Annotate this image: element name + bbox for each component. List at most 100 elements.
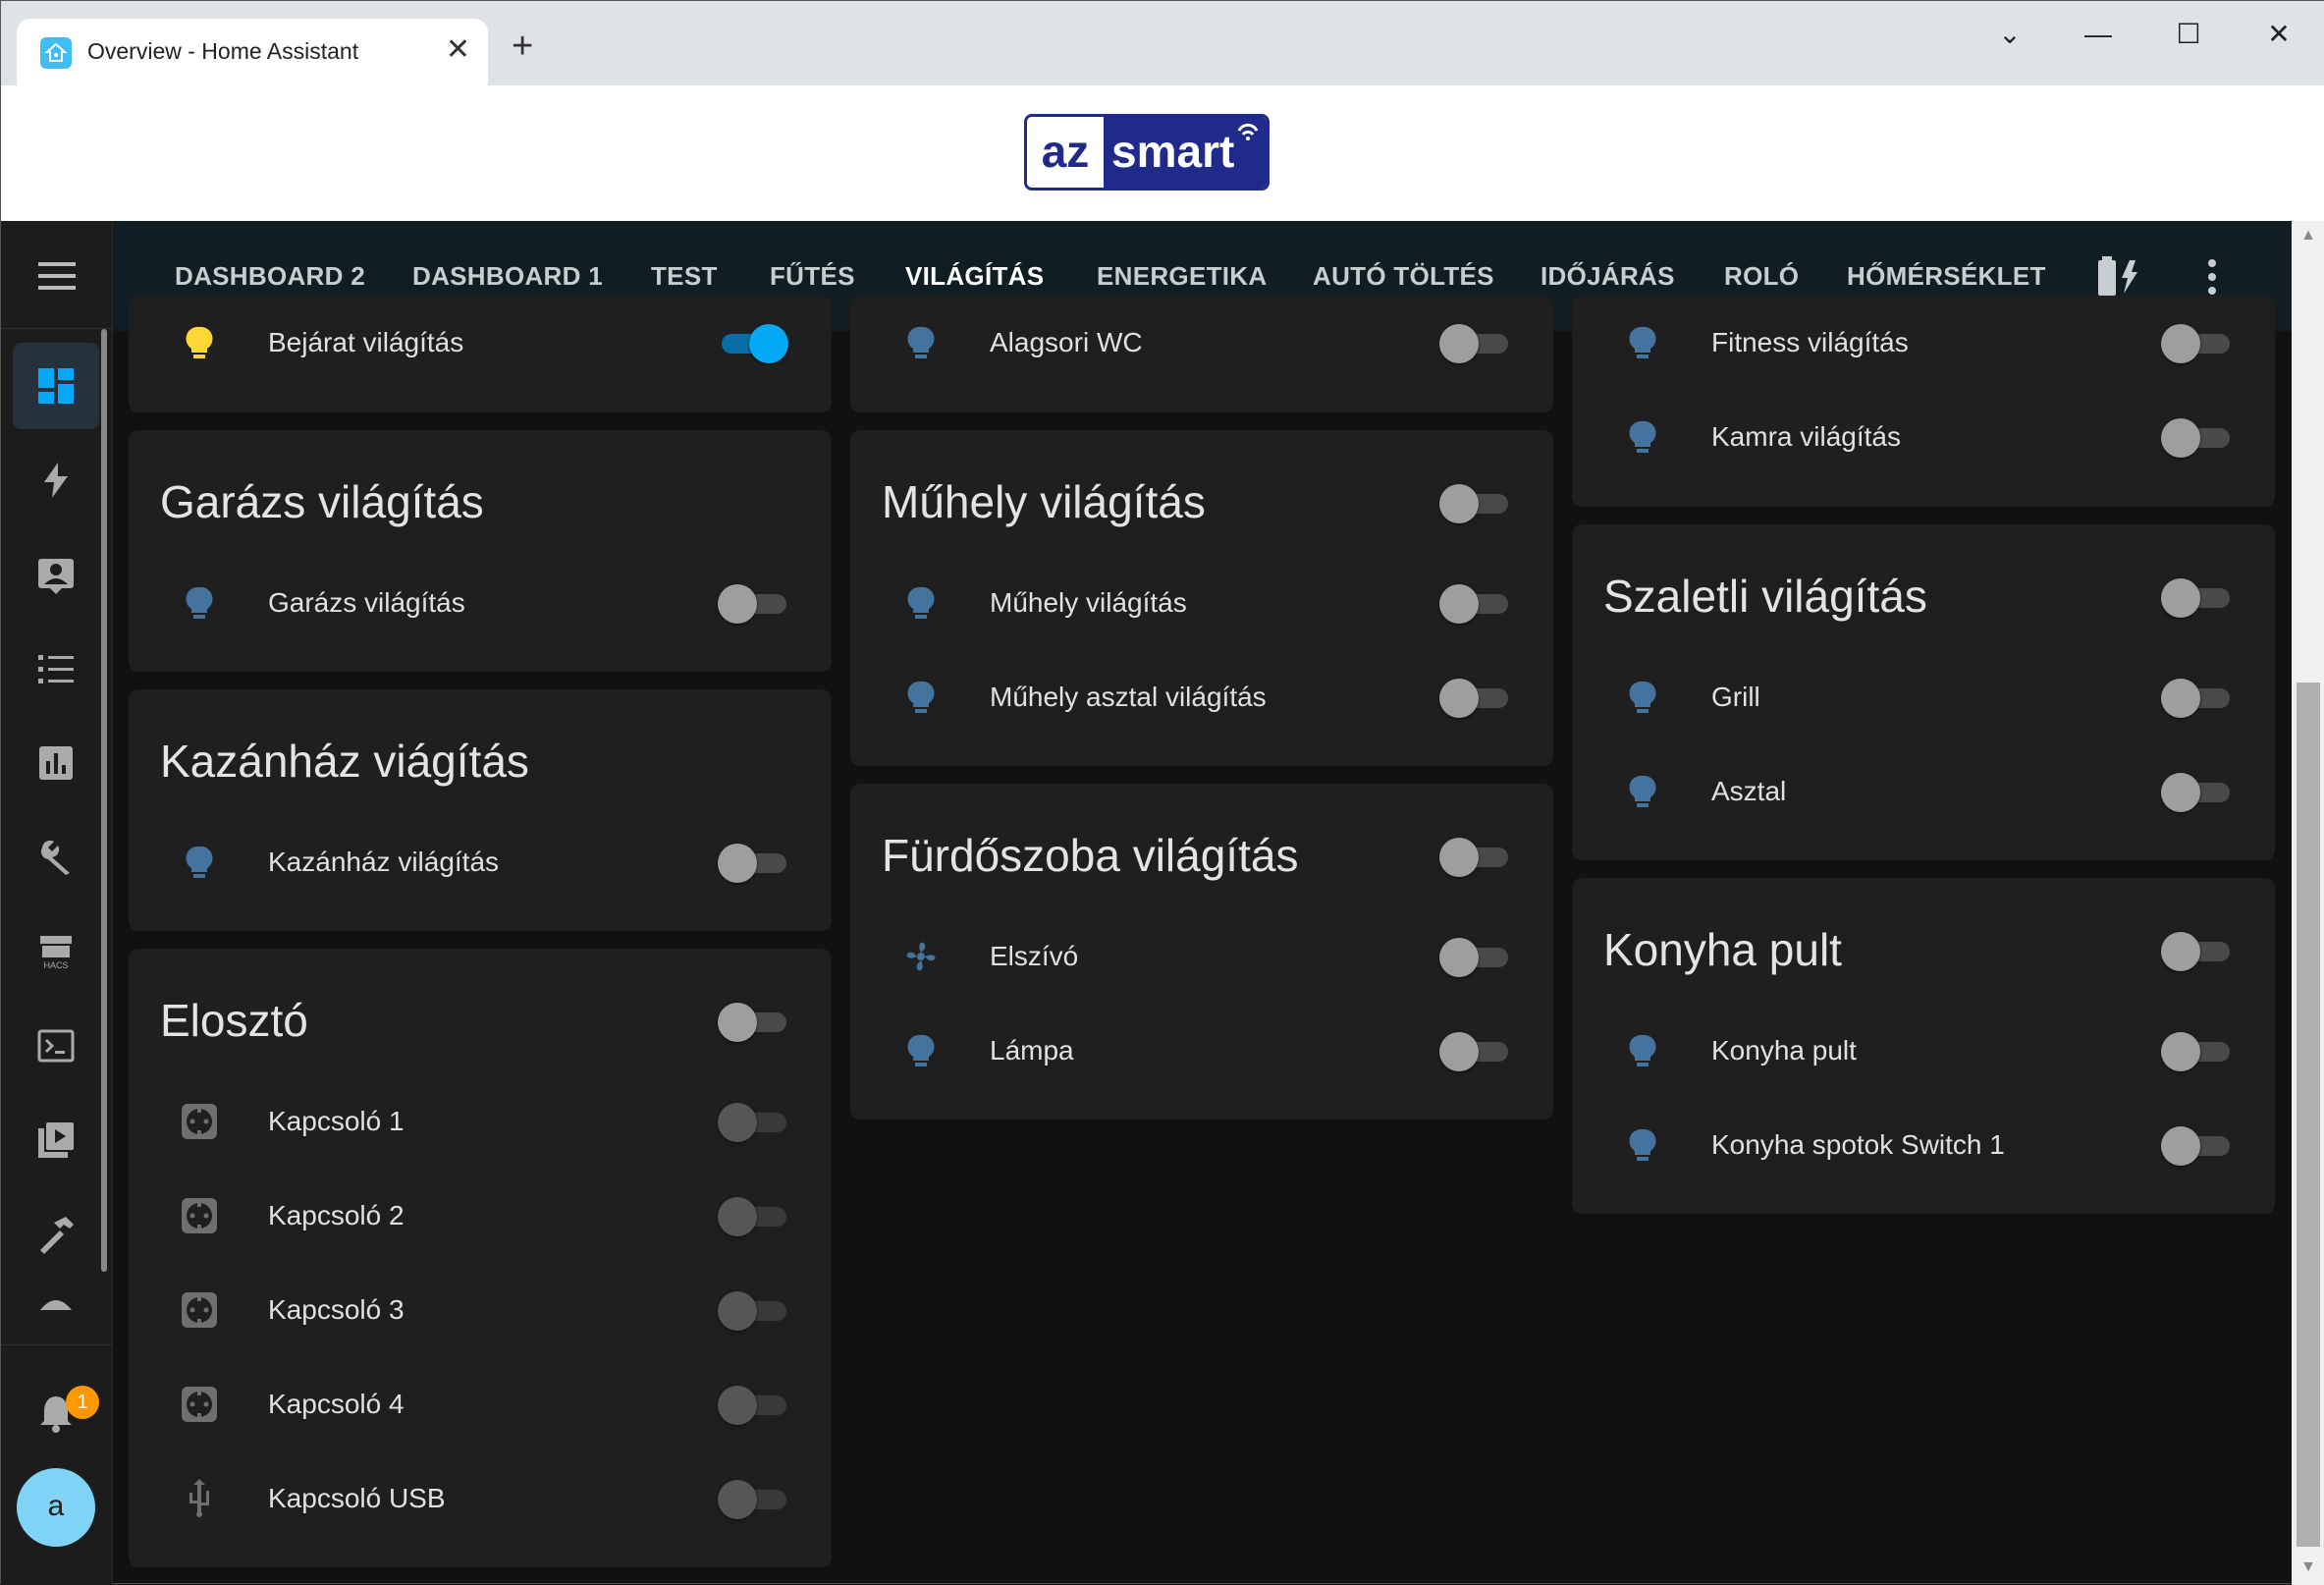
entity-toggle[interactable] — [718, 843, 788, 883]
card-title: Szaletli világítás — [1603, 571, 1927, 622]
close-window-button[interactable]: ✕ — [2249, 15, 2308, 54]
entity-toggle[interactable] — [2161, 323, 2232, 363]
entity-toggle[interactable] — [1439, 678, 1510, 718]
scroll-up-icon[interactable]: ▲ — [2292, 221, 2324, 250]
entity-row[interactable]: Lámpa — [850, 1021, 1553, 1080]
sidebar-item-history[interactable] — [13, 626, 99, 712]
entity-row[interactable]: Műhely asztal világítás — [850, 668, 1553, 727]
tab-close-icon[interactable]: ✕ — [446, 32, 470, 68]
lightbulb-icon — [907, 326, 935, 358]
entity-toggle[interactable] — [2161, 1125, 2232, 1166]
entity-row[interactable]: Fitness világítás — [1572, 313, 2275, 372]
entity-row[interactable]: Kapcsoló 3 — [129, 1281, 832, 1339]
entity-toggle[interactable] — [1439, 937, 1510, 977]
scroll-down-icon[interactable]: ▼ — [2292, 1553, 2324, 1582]
entity-label: Konyha spotok Switch 1 — [1711, 1129, 2005, 1160]
entity-toggle[interactable] — [1439, 323, 1510, 363]
entity-toggle[interactable] — [718, 323, 788, 363]
lightbulb-icon — [186, 846, 213, 878]
card-header-toggle[interactable] — [718, 1002, 788, 1042]
entity-row[interactable]: Bejárat világítás — [129, 313, 832, 372]
media-icon — [38, 1122, 74, 1158]
sidebar-item-statistics[interactable] — [13, 720, 99, 806]
page-scrollbar[interactable]: ▲ ▼ — [2292, 221, 2324, 1585]
card-header-toggle[interactable] — [2161, 931, 2232, 971]
entity-toggle[interactable] — [718, 1196, 788, 1236]
entity-toggle[interactable] — [2161, 772, 2232, 812]
entity-row[interactable]: Kapcsoló 1 — [129, 1092, 832, 1151]
entity-toggle[interactable] — [1439, 583, 1510, 624]
card-header-toggle[interactable] — [1439, 483, 1510, 523]
ha-sidebar: HACS 1 a — [1, 221, 113, 1585]
entity-toggle[interactable] — [718, 583, 788, 624]
entity-row[interactable]: Műhely világítás — [850, 574, 1553, 632]
entity-row[interactable]: Grill — [1572, 668, 2275, 727]
scrollbar-thumb[interactable] — [2297, 683, 2320, 1547]
home-assistant-favicon-icon — [40, 37, 72, 69]
entity-toggle[interactable] — [718, 1479, 788, 1519]
entity-row[interactable]: Garázs világítás — [129, 574, 832, 632]
tab-title: Overview - Home Assistant — [87, 38, 359, 64]
browser-tab-strip: Overview - Home Assistant ✕ + ⌄ — ☐ ✕ — [1, 1, 2324, 85]
entity-toggle[interactable] — [2161, 1031, 2232, 1071]
lightbulb-icon — [1629, 1034, 1656, 1066]
card-header-toggle[interactable] — [1439, 837, 1510, 877]
entity-label: Garázs világítás — [268, 587, 465, 618]
entity-toggle[interactable] — [718, 1385, 788, 1425]
sidebar-item-media[interactable] — [13, 1097, 99, 1183]
entity-row[interactable]: Konyha pult — [1572, 1021, 2275, 1080]
hamburger-icon — [38, 262, 76, 290]
fan-icon — [40, 1300, 72, 1310]
power-socket-icon — [182, 1104, 217, 1139]
entity-toggle[interactable] — [718, 1290, 788, 1331]
minimize-button[interactable]: — — [2069, 15, 2128, 54]
new-tab-button[interactable]: + — [512, 27, 533, 65]
sidebar-item-energy[interactable] — [13, 437, 99, 523]
entity-row[interactable]: Elszívó — [850, 927, 1553, 986]
sidebar-item-logbook[interactable] — [13, 531, 99, 618]
maximize-button[interactable]: ☐ — [2159, 15, 2218, 54]
card-header-toggle[interactable] — [2161, 577, 2232, 618]
more-options-icon[interactable] — [2206, 258, 2218, 296]
sidebar-item-hacs[interactable]: HACS — [13, 908, 99, 995]
card-muhely: Műhely világítás Műhely világítás Műhely… — [850, 430, 1553, 766]
power-socket-icon — [182, 1387, 217, 1422]
entity-row[interactable]: Kapcsoló USB — [129, 1469, 832, 1528]
card-title: Fürdőszoba világítás — [882, 830, 1299, 881]
notification-badge: 1 — [66, 1386, 99, 1419]
sidebar-menu-button[interactable] — [1, 221, 113, 329]
card-title: Műhely világítás — [882, 476, 1206, 527]
browser-tab[interactable]: Overview - Home Assistant ✕ — [17, 19, 488, 85]
lightbulb-icon — [907, 681, 935, 713]
browser-window: Overview - Home Assistant ✕ + ⌄ — ☐ ✕ az… — [0, 0, 2324, 1585]
entity-row[interactable]: Alagsori WC — [850, 313, 1553, 372]
sidebar-item-partial[interactable] — [13, 1278, 99, 1327]
entity-row[interactable]: Kazánház világítás — [129, 833, 832, 892]
sidebar-item-developer-tools[interactable] — [13, 1191, 99, 1278]
tab-list-chevron-icon[interactable]: ⌄ — [1980, 15, 2039, 54]
entity-label: Kapcsoló USB — [268, 1483, 446, 1513]
entity-toggle[interactable] — [1439, 1031, 1510, 1071]
entity-row[interactable]: Konyha spotok Switch 1 — [1572, 1116, 2275, 1175]
sidebar-item-overview[interactable] — [13, 343, 99, 429]
entity-label: Alagsori WC — [990, 327, 1143, 357]
entity-toggle[interactable] — [718, 1102, 788, 1142]
card-title: Konyha pult — [1603, 924, 1842, 975]
user-avatar[interactable]: a — [17, 1468, 95, 1547]
sidebar-item-terminal[interactable] — [13, 1003, 99, 1089]
usb-icon — [189, 1479, 209, 1517]
battery-charging-icon[interactable] — [2096, 254, 2141, 298]
entity-label: Asztal — [1711, 776, 1787, 806]
sidebar-item-config[interactable] — [13, 814, 99, 901]
sidebar-scrollbar[interactable] — [101, 329, 107, 1272]
power-socket-icon — [182, 1198, 217, 1233]
entity-toggle[interactable] — [2161, 417, 2232, 458]
entity-toggle[interactable] — [2161, 678, 2232, 718]
entity-label: Elszívó — [990, 941, 1079, 971]
lightbulb-icon — [1629, 420, 1656, 453]
entity-row[interactable]: Kapcsoló 4 — [129, 1375, 832, 1434]
entity-row[interactable]: Kamra világítás — [1572, 408, 2275, 466]
entity-row[interactable]: Kapcsoló 2 — [129, 1186, 832, 1245]
card-fitness: Fitness világítás Kamra világítás — [1572, 296, 2275, 507]
entity-row[interactable]: Asztal — [1572, 762, 2275, 821]
